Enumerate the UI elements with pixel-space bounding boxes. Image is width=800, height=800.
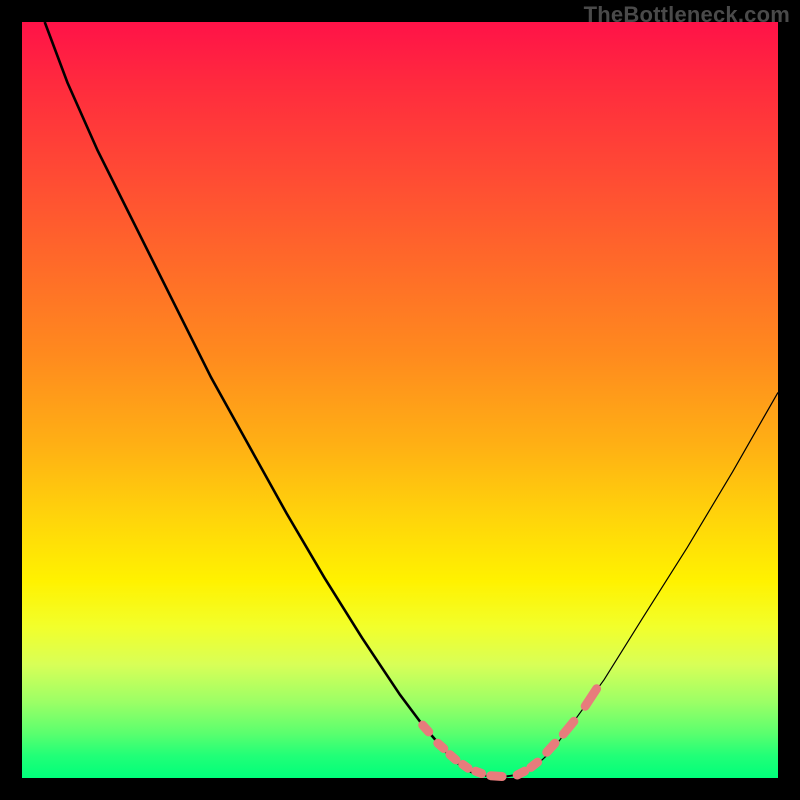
chart-root: TheBottleneck.com [0,0,800,800]
plot-area [22,22,778,778]
dash-segments-right [517,689,596,775]
attribution-label: TheBottleneck.com [584,2,790,28]
dash-segment [491,776,502,777]
dash-segment [450,755,456,760]
dash-segment [563,721,574,734]
dash-segment [463,764,468,768]
dash-segment [585,689,596,706]
dash-segment [517,771,525,775]
dash-segment [476,771,482,773]
dash-segment [531,762,538,767]
curve-right [532,392,778,769]
curve-left [45,22,465,769]
dash-segment [438,743,444,748]
dash-segment [423,725,429,732]
curve-layer [22,22,778,778]
dash-segments-left [423,725,502,776]
dash-segment [547,743,555,752]
